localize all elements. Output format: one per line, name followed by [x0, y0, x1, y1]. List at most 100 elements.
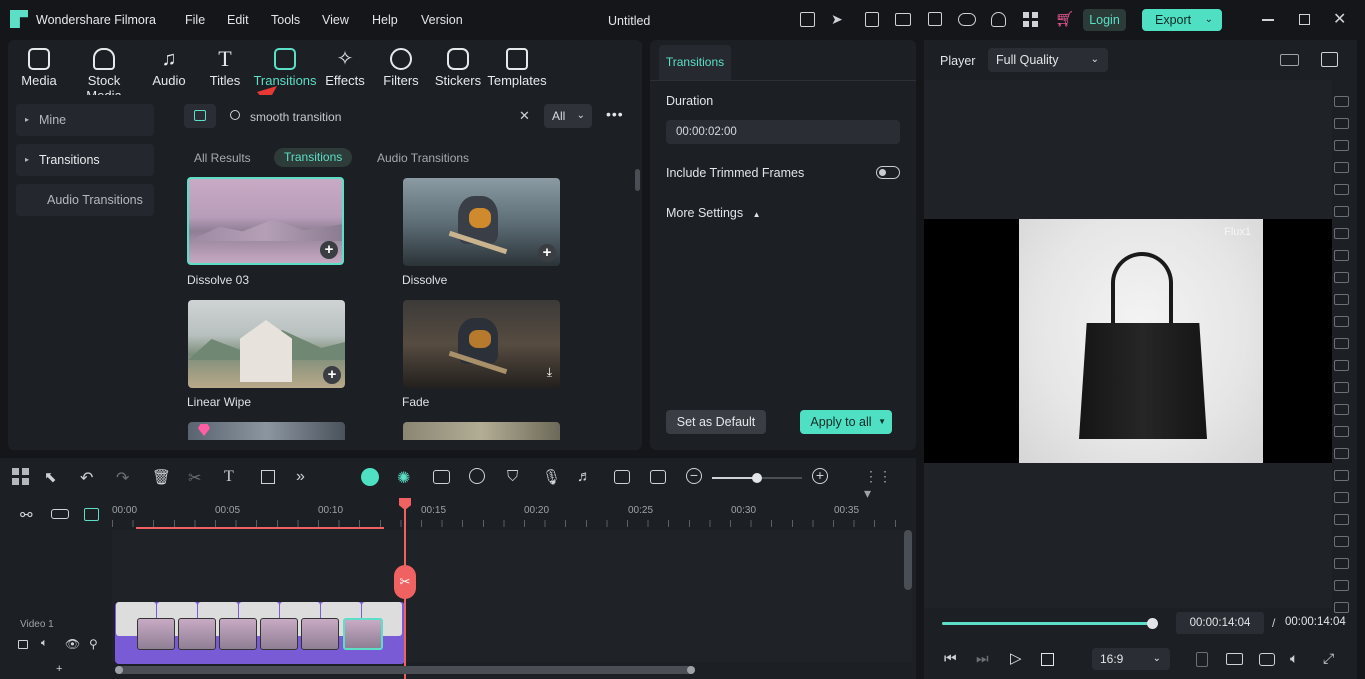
- cart-icon[interactable]: 🛒︎: [1055, 10, 1074, 28]
- audio-mixer-icon[interactable]: ♬: [577, 468, 595, 486]
- send-icon[interactable]: ➤: [831, 11, 843, 28]
- trimmed-frames-toggle[interactable]: [876, 166, 900, 179]
- result-thumbnail-fade[interactable]: ⤓: [403, 300, 560, 388]
- menu-edit[interactable]: Edit: [227, 13, 249, 27]
- add-icon[interactable]: +: [323, 366, 341, 384]
- result-thumbnail-dissolve-03[interactable]: +: [187, 177, 344, 265]
- maximize-icon[interactable]: [1299, 14, 1310, 25]
- zoom-slider[interactable]: [712, 473, 802, 483]
- compare-view-icon[interactable]: [1280, 54, 1299, 66]
- more-settings-toggle[interactable]: More Settings ▲: [666, 206, 761, 220]
- apply-to-all-button[interactable]: Apply to all ▼: [800, 410, 892, 434]
- search-input[interactable]: smooth transition: [250, 110, 341, 124]
- crop-icon[interactable]: [261, 470, 275, 484]
- login-button[interactable]: Login: [1083, 9, 1126, 31]
- menu-file[interactable]: File: [185, 13, 205, 27]
- download-icon[interactable]: ⤓: [547, 365, 552, 380]
- menu-help[interactable]: Help: [372, 13, 398, 27]
- ai-assistant-icon[interactable]: [361, 468, 379, 486]
- split-scissors-icon[interactable]: ✂︎: [394, 565, 416, 599]
- layout-grid-icon[interactable]: [12, 468, 30, 486]
- transition-block-selected[interactable]: [343, 618, 383, 650]
- sidebar-item-transitions[interactable]: ▸ Transitions: [16, 144, 154, 176]
- clear-search-icon[interactable]: ✕: [519, 108, 530, 124]
- transition-block[interactable]: [219, 618, 257, 650]
- aspect-select[interactable]: 16:9 ⌄: [1092, 648, 1170, 670]
- playback-progress-track[interactable]: [942, 618, 1158, 629]
- gift-icon[interactable]: [800, 12, 815, 27]
- more-options-icon[interactable]: •••: [606, 106, 624, 122]
- transition-block[interactable]: [301, 618, 339, 650]
- tool-media[interactable]: Media: [4, 40, 74, 95]
- save-icon[interactable]: [928, 12, 942, 26]
- more-tools-icon[interactable]: »: [296, 468, 314, 486]
- menu-tools[interactable]: Tools: [271, 13, 300, 27]
- zoom-in-icon[interactable]: +: [812, 468, 828, 484]
- select-tool-icon[interactable]: ⬉: [44, 468, 62, 486]
- sidebar-item-audio-transitions[interactable]: Audio Transitions: [16, 184, 154, 216]
- snapshot-icon[interactable]: [614, 470, 630, 484]
- text-tool-icon[interactable]: T: [224, 468, 242, 486]
- tool-stock-media[interactable]: Stock Media: [69, 40, 139, 103]
- apps-grid-icon[interactable]: [1023, 12, 1038, 27]
- link-unlink-icon[interactable]: ⚯: [20, 506, 33, 524]
- result-thumbnail-linear-wipe[interactable]: +: [188, 300, 345, 388]
- close-icon[interactable]: ✕: [1333, 9, 1346, 29]
- duration-input[interactable]: 00:00:02:00: [666, 120, 900, 144]
- filter-select[interactable]: All ⌄: [544, 104, 592, 128]
- menu-view[interactable]: View: [322, 13, 349, 27]
- zoom-slider-handle[interactable]: [752, 473, 762, 483]
- undo-icon[interactable]: ↶: [80, 468, 98, 487]
- fullscreen-icon[interactable]: ⤢: [1323, 650, 1334, 667]
- add-track-plus-icon[interactable]: +: [56, 663, 62, 675]
- cut-icon[interactable]: ✂︎: [188, 468, 206, 487]
- vertical-scrollbar[interactable]: [904, 530, 912, 590]
- hide-track-icon[interactable]: 👁︎: [65, 637, 80, 651]
- work-area-range[interactable]: [136, 527, 384, 529]
- result-thumbnail-partial[interactable]: [188, 422, 345, 440]
- tab-all-results[interactable]: All Results: [194, 151, 251, 165]
- mask-icon[interactable]: ⛉: [507, 468, 525, 486]
- magic-track-icon[interactable]: ⚲: [89, 637, 98, 651]
- transition-block[interactable]: [137, 618, 175, 650]
- snapshot-view-icon[interactable]: [1321, 52, 1338, 67]
- tool-templates[interactable]: Templates: [482, 40, 552, 95]
- minimize-icon[interactable]: [1262, 19, 1274, 21]
- stop-icon[interactable]: [1041, 653, 1054, 666]
- display-icon[interactable]: [1226, 653, 1243, 665]
- menu-version[interactable]: Version: [421, 13, 463, 27]
- microphone-icon[interactable]: 🎙︎: [542, 468, 561, 486]
- sidebar-item-mine[interactable]: ▸ Mine: [16, 104, 154, 136]
- notes-icon[interactable]: [865, 12, 879, 27]
- result-thumbnail-partial[interactable]: [403, 422, 560, 440]
- results-scrollbar[interactable]: [635, 169, 640, 191]
- timeline-settings-icon[interactable]: ⋮⋮ ▾: [864, 468, 892, 501]
- timeline-ruler[interactable]: 00:00 00:05 00:10 00:15 00:20 00:25 00:3…: [112, 498, 912, 528]
- layout-icon[interactable]: [895, 13, 911, 26]
- add-icon[interactable]: +: [320, 241, 338, 259]
- result-thumbnail-dissolve[interactable]: +: [403, 178, 560, 266]
- camera-icon[interactable]: [1259, 653, 1275, 666]
- tab-transitions[interactable]: Transitions: [274, 148, 353, 167]
- zoom-out-icon[interactable]: −: [686, 468, 702, 484]
- add-track-icon[interactable]: [84, 508, 99, 521]
- play-icon[interactable]: ▷: [1010, 649, 1022, 667]
- auto-ripple-icon[interactable]: ✺: [397, 468, 415, 487]
- add-icon[interactable]: +: [538, 244, 556, 262]
- mark-icon[interactable]: [1196, 652, 1208, 667]
- previous-frame-icon[interactable]: ⏮: [944, 650, 957, 667]
- properties-tab[interactable]: Transitions: [659, 45, 731, 80]
- set-default-button[interactable]: Set as Default: [666, 410, 766, 434]
- link-clips-icon[interactable]: [51, 509, 69, 519]
- horizontal-scrollbar[interactable]: [115, 666, 695, 674]
- lock-track-icon[interactable]: [18, 640, 28, 649]
- tab-audio-transitions[interactable]: Audio Transitions: [377, 151, 469, 165]
- store-icon[interactable]: [184, 104, 216, 128]
- speed-icon[interactable]: [469, 468, 485, 484]
- headset-icon[interactable]: [991, 12, 1006, 27]
- redo-icon[interactable]: ↷: [116, 468, 134, 487]
- next-frame-icon[interactable]: ⏭: [976, 650, 989, 667]
- delete-icon[interactable]: 🗑︎: [152, 468, 171, 486]
- mute-track-icon[interactable]: 🔈︎: [41, 637, 48, 650]
- cloud-upload-icon[interactable]: [958, 13, 976, 26]
